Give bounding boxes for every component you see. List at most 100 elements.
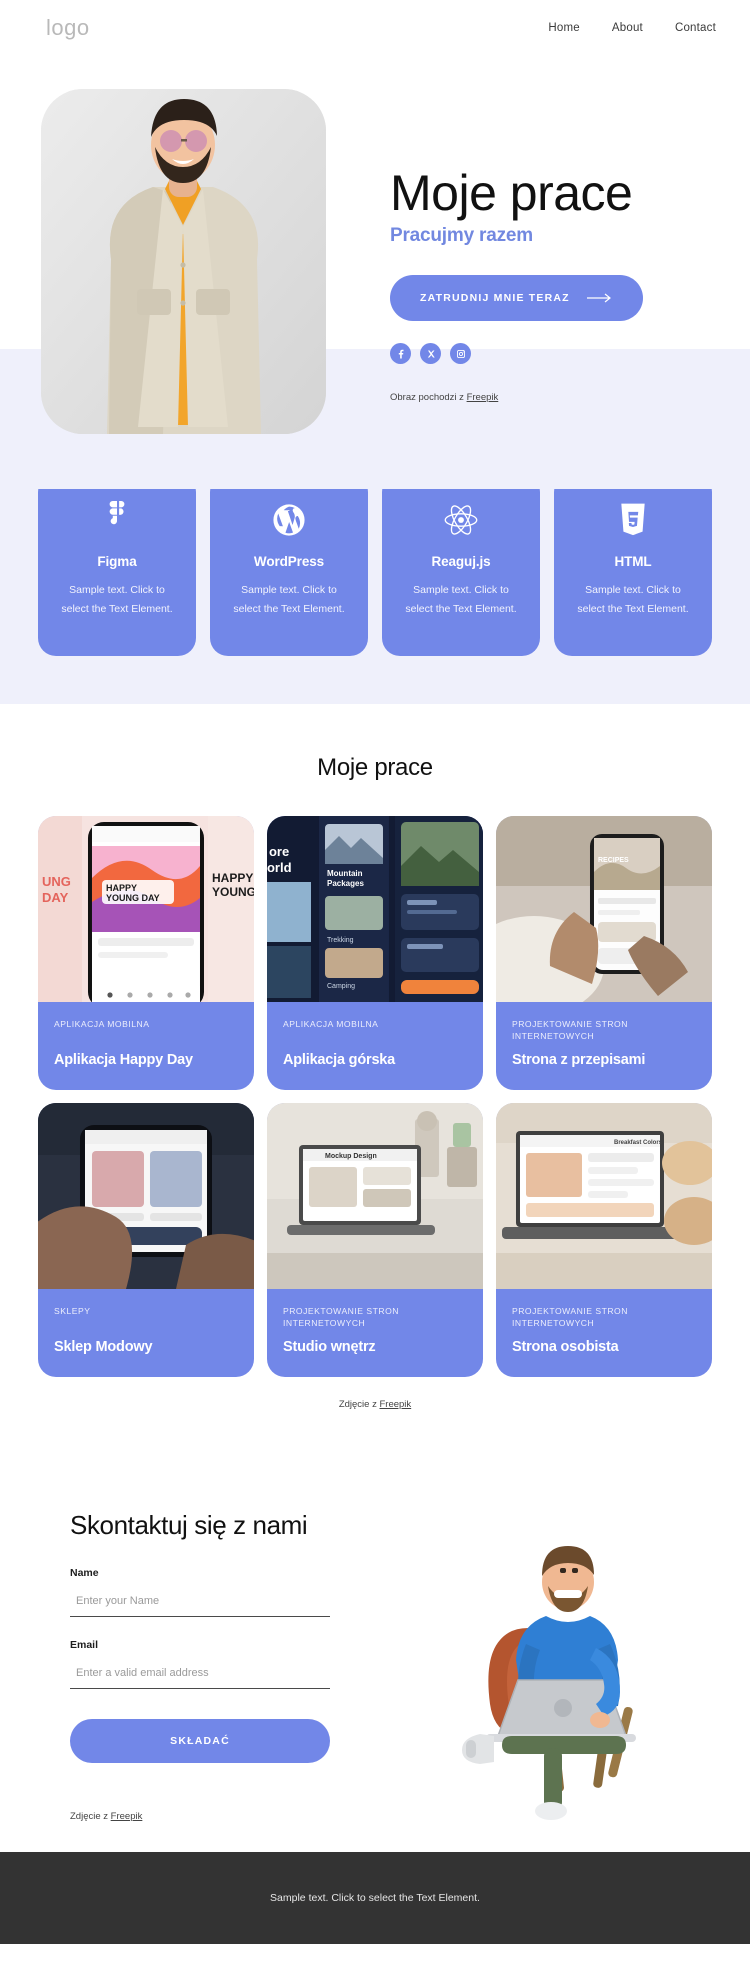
skill-card-react[interactable]: Reaguj.js Sample text. Click to select t… — [382, 474, 540, 656]
work-category: PROJEKTOWANIE STRON INTERNETOWYCH — [511, 1306, 628, 1329]
skill-description: Sample text. Click to select the Text El… — [577, 584, 689, 616]
svg-text:Camping: Camping — [327, 983, 355, 990]
work-thumbnail: UNG DAY HAPPY YOUNG D HAPPY YOUNG DAY — [38, 816, 254, 1002]
work-category: APLIKACJA MOBILNA — [282, 1019, 379, 1029]
svg-text:HAPPY: HAPPY — [212, 871, 253, 885]
work-card-body: PROJEKTOWANIE STRON INTERNETOWYCH Studio… — [267, 1289, 483, 1377]
contact-attribution-text: Zdjęcie z — [70, 1811, 111, 1822]
hero-subtitle: Pracujmy razem — [390, 225, 533, 246]
skills-grid: Figma Sample text. Click to select the T… — [0, 474, 750, 656]
landing-page: logo Home About Contact Moje prace Pracu… — [0, 0, 750, 1944]
work-name: Aplikacja górska — [282, 1052, 396, 1068]
contact-attribution: Zdjęcie z Freepik — [70, 1811, 330, 1822]
nav-item-contact[interactable]: Contact — [675, 22, 716, 34]
submit-button[interactable]: SKŁADAĆ — [70, 1719, 330, 1763]
name-label: Name — [70, 1567, 99, 1579]
svg-text:Mockup Design: Mockup Design — [325, 1153, 377, 1160]
contact-section: Skontaktuj się z nami Name Email SKŁADAĆ… — [0, 1430, 750, 1852]
hire-me-button-label: ZATRUDNIJ MNIE TERAZ — [420, 292, 570, 304]
arrow-right-icon — [586, 293, 611, 303]
site-footer: Sample text. Click to select the Text El… — [0, 1852, 750, 1944]
works-grid: UNG DAY HAPPY YOUNG D HAPPY YOUNG DAY — [0, 816, 750, 1377]
instagram-icon[interactable] — [450, 343, 471, 364]
work-card[interactable]: UNG DAY HAPPY YOUNG D HAPPY YOUNG DAY — [38, 816, 254, 1090]
html5-icon — [570, 500, 696, 540]
nav-item-about[interactable]: About — [612, 22, 643, 34]
work-category: PROJEKTOWANIE STRON INTERNETOWYCH — [282, 1306, 399, 1329]
works-section: Moje prace UNG DAY HAPPY YOUNG D — [0, 704, 750, 1430]
skill-name: Reaguj.js — [431, 554, 491, 569]
work-thumbnail — [38, 1103, 254, 1289]
hero-attribution-text: Obraz pochodzi z — [390, 392, 467, 403]
skill-description: Sample text. Click to select the Text El… — [61, 584, 173, 616]
work-thumbnail: Mockup Design — [266, 1103, 483, 1289]
name-field-group: Name — [70, 1567, 330, 1617]
work-card[interactable]: ore orld Mountain Packages Trekking Camp… — [266, 816, 483, 1090]
skill-name: Figma — [97, 554, 137, 569]
hero-attribution-link[interactable]: Freepik — [467, 392, 499, 403]
site-header: logo Home About Contact — [0, 0, 750, 56]
social-links — [390, 343, 720, 364]
work-name: Strona z przepisami — [511, 1052, 646, 1068]
hero-text-block: Moje prace Pracujmy razem ZATRUDNIJ MNIE… — [390, 168, 720, 403]
react-icon — [398, 500, 524, 540]
hero-title: Moje prace — [390, 165, 633, 221]
work-card-body: PROJEKTOWANIE STRON INTERNETOWYCH Strona… — [496, 1289, 712, 1377]
work-thumbnail: RECIPES — [495, 816, 712, 1002]
work-name: Aplikacja Happy Day — [54, 1052, 193, 1068]
skill-description: Sample text. Click to select the Text El… — [405, 584, 517, 616]
email-label: Email — [70, 1639, 99, 1651]
email-field-group: Email — [70, 1639, 330, 1689]
hero-portrait-image — [41, 89, 326, 434]
svg-text:Packages: Packages — [327, 879, 364, 888]
person-with-laptop-illustration — [462, 1546, 636, 1820]
hero-section: Moje prace Pracujmy razem ZATRUDNIJ MNIE… — [0, 56, 750, 489]
svg-text:Breakfast Colors: Breakfast Colors — [614, 1140, 663, 1146]
nav-item-home[interactable]: Home — [548, 22, 579, 34]
works-attribution: Zdjęcie z Freepik — [0, 1399, 750, 1410]
svg-text:UNG: UNG — [42, 874, 71, 889]
skill-card-figma[interactable]: Figma Sample text. Click to select the T… — [38, 474, 196, 656]
contact-illustration-column — [330, 1510, 750, 1820]
site-logo[interactable]: logo — [46, 15, 90, 41]
work-category: SKLEPY — [54, 1306, 91, 1316]
work-name: Studio wnętrz — [282, 1339, 376, 1355]
contact-attribution-link[interactable]: Freepik — [111, 1811, 143, 1822]
skill-name: HTML — [614, 554, 652, 569]
work-card[interactable]: RECIPES PROJEKTOWANIE STRON INTERNETOWYC… — [495, 816, 712, 1090]
works-attribution-link[interactable]: Freepik — [379, 1399, 411, 1410]
work-card-body: PROJEKTOWANIE STRON INTERNETOWYCH Strona… — [496, 1002, 712, 1090]
work-card-body: SKLEPY Sklep Modowy — [38, 1289, 254, 1377]
work-name: Sklep Modowy — [54, 1339, 153, 1355]
email-input[interactable] — [70, 1663, 330, 1689]
skill-name: WordPress — [253, 554, 325, 569]
skill-card-html[interactable]: HTML Sample text. Click to select the Te… — [554, 474, 712, 656]
skill-card-wordpress[interactable]: WordPress Sample text. Click to select t… — [210, 474, 368, 656]
footer-text: Sample text. Click to select the Text El… — [270, 1892, 480, 1904]
work-thumbnail: ore orld Mountain Packages Trekking Camp… — [266, 816, 483, 1002]
svg-text:ore: ore — [269, 844, 289, 859]
svg-text:HAPPY: HAPPY — [106, 883, 137, 893]
x-twitter-icon[interactable] — [420, 343, 441, 364]
figma-icon — [54, 500, 180, 540]
svg-text:Mountain: Mountain — [327, 869, 363, 878]
work-name: Strona osobista — [511, 1339, 619, 1355]
wordpress-icon — [226, 500, 352, 540]
main-nav: Home About Contact — [548, 22, 716, 34]
work-card[interactable]: Breakfast Colors PROJEKTOWANIE STRON INT… — [495, 1103, 712, 1377]
work-card[interactable]: Mockup Design PROJEKTOWANIE STRON INTERN… — [266, 1103, 483, 1377]
hero-attribution: Obraz pochodzi z Freepik — [390, 392, 720, 403]
work-card[interactable]: SKLEPY Sklep Modowy — [38, 1103, 254, 1377]
hire-me-button[interactable]: ZATRUDNIJ MNIE TERAZ — [390, 275, 643, 321]
work-card-body: APLIKACJA MOBILNA Aplikacja Happy Day — [38, 1002, 254, 1090]
skill-description: Sample text. Click to select the Text El… — [233, 584, 345, 616]
svg-text:RECIPES: RECIPES — [598, 857, 629, 864]
svg-text:orld: orld — [267, 860, 292, 875]
facebook-icon[interactable] — [390, 343, 411, 364]
work-category: APLIKACJA MOBILNA — [54, 1019, 150, 1029]
name-input[interactable] — [70, 1591, 330, 1617]
work-category: PROJEKTOWANIE STRON INTERNETOWYCH — [511, 1019, 628, 1042]
svg-text:Trekking: Trekking — [327, 937, 354, 944]
svg-text:DAY: DAY — [42, 890, 69, 905]
contact-title: Skontaktuj się z nami — [70, 1510, 308, 1540]
